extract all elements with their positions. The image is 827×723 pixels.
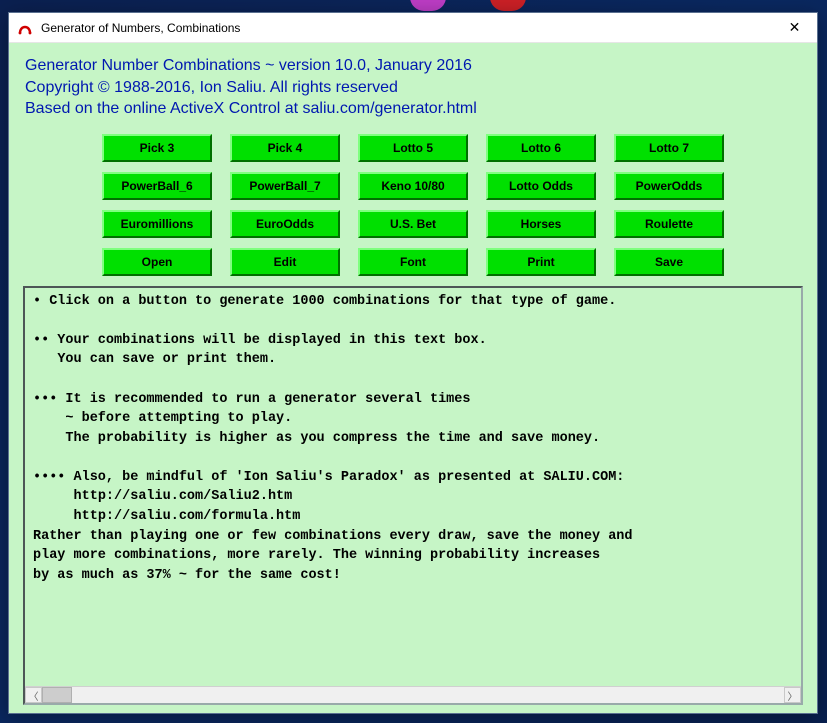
print-button[interactable]: Print	[486, 248, 596, 276]
powerball-6-button[interactable]: PowerBall_6	[102, 172, 212, 200]
window-title: Generator of Numbers, Combinations	[41, 21, 772, 35]
us-bet-button[interactable]: U.S. Bet	[358, 210, 468, 238]
scroll-track[interactable]	[42, 687, 784, 703]
scroll-left-arrow-icon[interactable]: 〈	[25, 687, 42, 703]
close-icon: ✕	[789, 19, 801, 36]
edit-button[interactable]: Edit	[230, 248, 340, 276]
lotto-odds-button[interactable]: Lotto Odds	[486, 172, 596, 200]
euro-odds-button[interactable]: EuroOdds	[230, 210, 340, 238]
app-window: Generator of Numbers, Combinations ✕ Gen…	[8, 12, 818, 714]
roulette-button[interactable]: Roulette	[614, 210, 724, 238]
powerball-7-button[interactable]: PowerBall_7	[230, 172, 340, 200]
keno-10-80-button[interactable]: Keno 10/80	[358, 172, 468, 200]
lotto-6-button[interactable]: Lotto 6	[486, 134, 596, 162]
pick-4-button[interactable]: Pick 4	[230, 134, 340, 162]
titlebar[interactable]: Generator of Numbers, Combinations ✕	[9, 13, 817, 43]
desktop-decoration	[410, 0, 446, 11]
scroll-thumb[interactable]	[42, 687, 72, 703]
power-odds-button[interactable]: PowerOdds	[614, 172, 724, 200]
desktop-decoration	[490, 0, 526, 11]
header-line-3: Based on the online ActiveX Control at s…	[25, 98, 803, 120]
header-line-1: Generator Number Combinations ~ version …	[25, 55, 803, 77]
horses-button[interactable]: Horses	[486, 210, 596, 238]
pick-3-button[interactable]: Pick 3	[102, 134, 212, 162]
lotto-7-button[interactable]: Lotto 7	[614, 134, 724, 162]
client-area: Generator Number Combinations ~ version …	[9, 43, 817, 713]
button-grid: Pick 3 Pick 4 Lotto 5 Lotto 6 Lotto 7 Po…	[102, 134, 724, 276]
save-button[interactable]: Save	[614, 248, 724, 276]
open-button[interactable]: Open	[102, 248, 212, 276]
horseshoe-icon	[17, 20, 33, 36]
lotto-5-button[interactable]: Lotto 5	[358, 134, 468, 162]
output-text[interactable]: • Click on a button to generate 1000 com…	[33, 292, 799, 684]
horizontal-scrollbar[interactable]: 〈 〉	[25, 686, 801, 703]
header-line-2: Copyright © 1988-2016, Ion Saliu. All ri…	[25, 77, 803, 99]
font-button[interactable]: Font	[358, 248, 468, 276]
app-header: Generator Number Combinations ~ version …	[25, 55, 803, 120]
euromillions-button[interactable]: Euromillions	[102, 210, 212, 238]
scroll-right-arrow-icon[interactable]: 〉	[784, 687, 801, 703]
output-textbox[interactable]: • Click on a button to generate 1000 com…	[23, 286, 803, 705]
close-button[interactable]: ✕	[772, 13, 817, 43]
